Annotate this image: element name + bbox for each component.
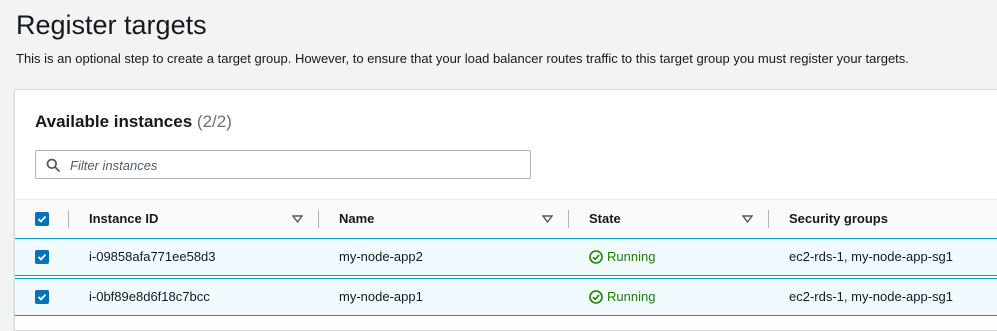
- column-divider: [768, 210, 769, 228]
- page-title: Register targets: [16, 10, 207, 40]
- name-cell: my-node-app1: [339, 289, 423, 304]
- state-label: Running: [607, 289, 656, 304]
- filter-instances-input[interactable]: [68, 151, 527, 180]
- table-row[interactable]: i-0bf89e8d6f18c7bcc my-node-app1 Running…: [15, 278, 997, 316]
- filter-instances-field[interactable]: [35, 150, 531, 180]
- row-checkbox[interactable]: [35, 250, 49, 264]
- instance-id-cell[interactable]: i-09858afa771ee58d3: [89, 239, 216, 275]
- available-instances-panel: Available instances (2/2) Instance ID Na…: [14, 89, 997, 331]
- caret-down-icon[interactable]: [742, 215, 753, 223]
- check-icon: [37, 253, 47, 261]
- column-header-instance-id[interactable]: Instance ID: [89, 200, 158, 238]
- column-divider: [318, 210, 319, 228]
- column-header-name[interactable]: Name: [339, 200, 374, 238]
- security-groups-cell: ec2-rds-1, my-node-app-sg1: [789, 289, 954, 304]
- column-header-security-groups[interactable]: Security groups: [789, 200, 888, 238]
- name-cell: my-node-app2: [339, 249, 423, 264]
- panel-title: Available instances: [35, 112, 193, 131]
- column-header-state[interactable]: State: [589, 200, 621, 238]
- check-circle-icon: [589, 250, 603, 264]
- state-cell: Running: [589, 279, 655, 315]
- table-row[interactable]: i-09858afa771ee58d3 my-node-app2 Running…: [15, 238, 997, 276]
- state-label: Running: [607, 249, 656, 264]
- column-divider: [568, 210, 569, 228]
- check-icon: [37, 293, 47, 301]
- row-checkbox[interactable]: [35, 290, 49, 304]
- check-icon: [37, 215, 47, 223]
- page-description: This is an optional step to create a tar…: [16, 51, 909, 66]
- column-divider: [68, 210, 69, 228]
- caret-down-icon[interactable]: [292, 215, 303, 223]
- security-groups-cell: ec2-rds-1, my-node-app-sg1: [789, 249, 954, 264]
- panel-header: Available instances (2/2): [35, 112, 232, 132]
- state-cell: Running: [589, 239, 655, 275]
- search-icon: [46, 158, 60, 172]
- instance-count: (2/2): [196, 112, 232, 131]
- caret-down-icon[interactable]: [542, 215, 553, 223]
- table-header: Instance ID Name State Security groups: [15, 199, 997, 239]
- instance-id-cell[interactable]: i-0bf89e8d6f18c7bcc: [89, 279, 210, 315]
- select-all-checkbox[interactable]: [35, 212, 49, 226]
- check-circle-icon: [589, 290, 603, 304]
